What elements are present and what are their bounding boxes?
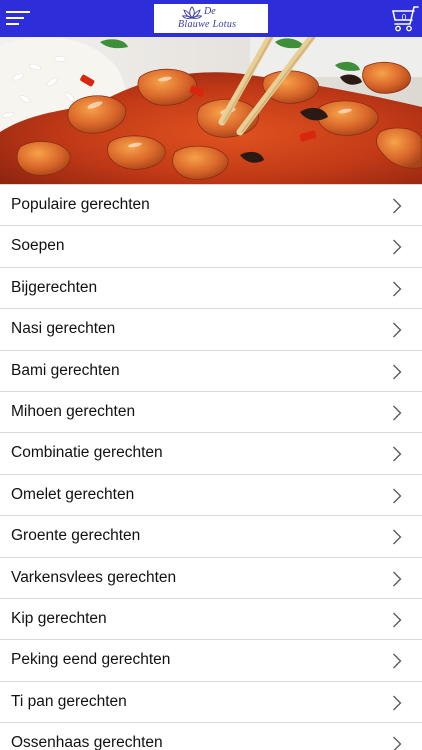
hamburger-menu-icon[interactable]	[6, 8, 32, 30]
chevron-right-icon	[393, 571, 402, 586]
chevron-right-icon	[393, 488, 402, 504]
cart-count-badge: 0	[401, 13, 407, 22]
category-item-kip-gerechten[interactable]: Kip gerechten	[0, 598, 422, 641]
category-item-ti-pan-gerechten[interactable]: Ti pan gerechten	[0, 681, 422, 724]
chevron-right-icon	[393, 446, 402, 462]
category-item-varkensvlees-gerechten[interactable]: Varkensvlees gerechten	[0, 557, 422, 599]
category-label: Bijgerechten	[11, 278, 98, 296]
header-bar: De Blauwe Lotus 0	[0, 0, 422, 37]
chevron-right-icon	[393, 736, 402, 750]
category-label: Nasi gerechten	[11, 320, 116, 338]
category-item-groente-gerechten[interactable]: Groente gerechten	[0, 516, 422, 558]
chevron-right-icon	[393, 239, 402, 255]
category-item-bijgerechten[interactable]: Bijgerechten	[0, 267, 422, 310]
category-label: Mihoen gerechten	[11, 402, 136, 420]
category-item-mihoen-gerechten[interactable]: Mihoen gerechten	[0, 391, 422, 434]
chevron-right-icon	[393, 653, 402, 669]
logo-text-line1: De	[204, 6, 216, 17]
app-screen: De Blauwe Lotus 0 Populaire gerechten So…	[0, 0, 422, 750]
category-label: Populaire gerechten	[11, 196, 150, 213]
lotus-flower-icon	[182, 6, 202, 19]
category-label: Bami gerechten	[11, 361, 120, 379]
category-item-populaire-gerechten[interactable]: Populaire gerechten	[0, 185, 422, 227]
chevron-right-icon	[393, 198, 402, 214]
category-label: Combinatie gerechten	[11, 444, 163, 462]
restaurant-logo[interactable]: De Blauwe Lotus	[154, 4, 268, 33]
sweet-and-sour-chicken-with-rice-photo	[0, 37, 422, 184]
category-item-bami-gerechten[interactable]: Bami gerechten	[0, 350, 422, 392]
category-item-soepen[interactable]: Soepen	[0, 226, 422, 268]
category-item-ossenhaas-gerechten[interactable]: Ossenhaas gerechten	[0, 723, 422, 750]
chevron-right-icon	[393, 322, 402, 338]
chevron-right-icon	[393, 281, 402, 297]
category-label: Soepen	[11, 237, 65, 255]
chevron-right-icon	[393, 405, 402, 421]
category-label: Kip gerechten	[11, 609, 107, 627]
category-label: Omelet gerechten	[11, 485, 135, 503]
category-label: Varkensvlees gerechten	[11, 568, 177, 586]
chevron-right-icon	[393, 612, 402, 628]
category-label: Peking eend gerechten	[11, 651, 171, 669]
hero-food-image	[0, 37, 422, 184]
category-item-omelet-gerechten[interactable]: Omelet gerechten	[0, 474, 422, 517]
chevron-right-icon	[393, 529, 402, 545]
shopping-cart-icon[interactable]: 0	[390, 5, 420, 33]
category-label: Groente gerechten	[11, 527, 141, 545]
logo-text-line2: Blauwe Lotus	[178, 19, 237, 30]
category-label: Ossenhaas gerechten	[11, 734, 163, 750]
category-label: Ti pan gerechten	[11, 692, 127, 710]
category-item-peking-eend-gerechten[interactable]: Peking eend gerechten	[0, 640, 422, 682]
category-item-nasi-gerechten[interactable]: Nasi gerechten	[0, 309, 422, 351]
chevron-right-icon	[393, 364, 402, 380]
chevron-right-icon	[393, 695, 402, 711]
category-list: Populaire gerechten Soepen Bijgerechten …	[0, 184, 422, 750]
category-item-combinatie-gerechten[interactable]: Combinatie gerechten	[0, 433, 422, 475]
